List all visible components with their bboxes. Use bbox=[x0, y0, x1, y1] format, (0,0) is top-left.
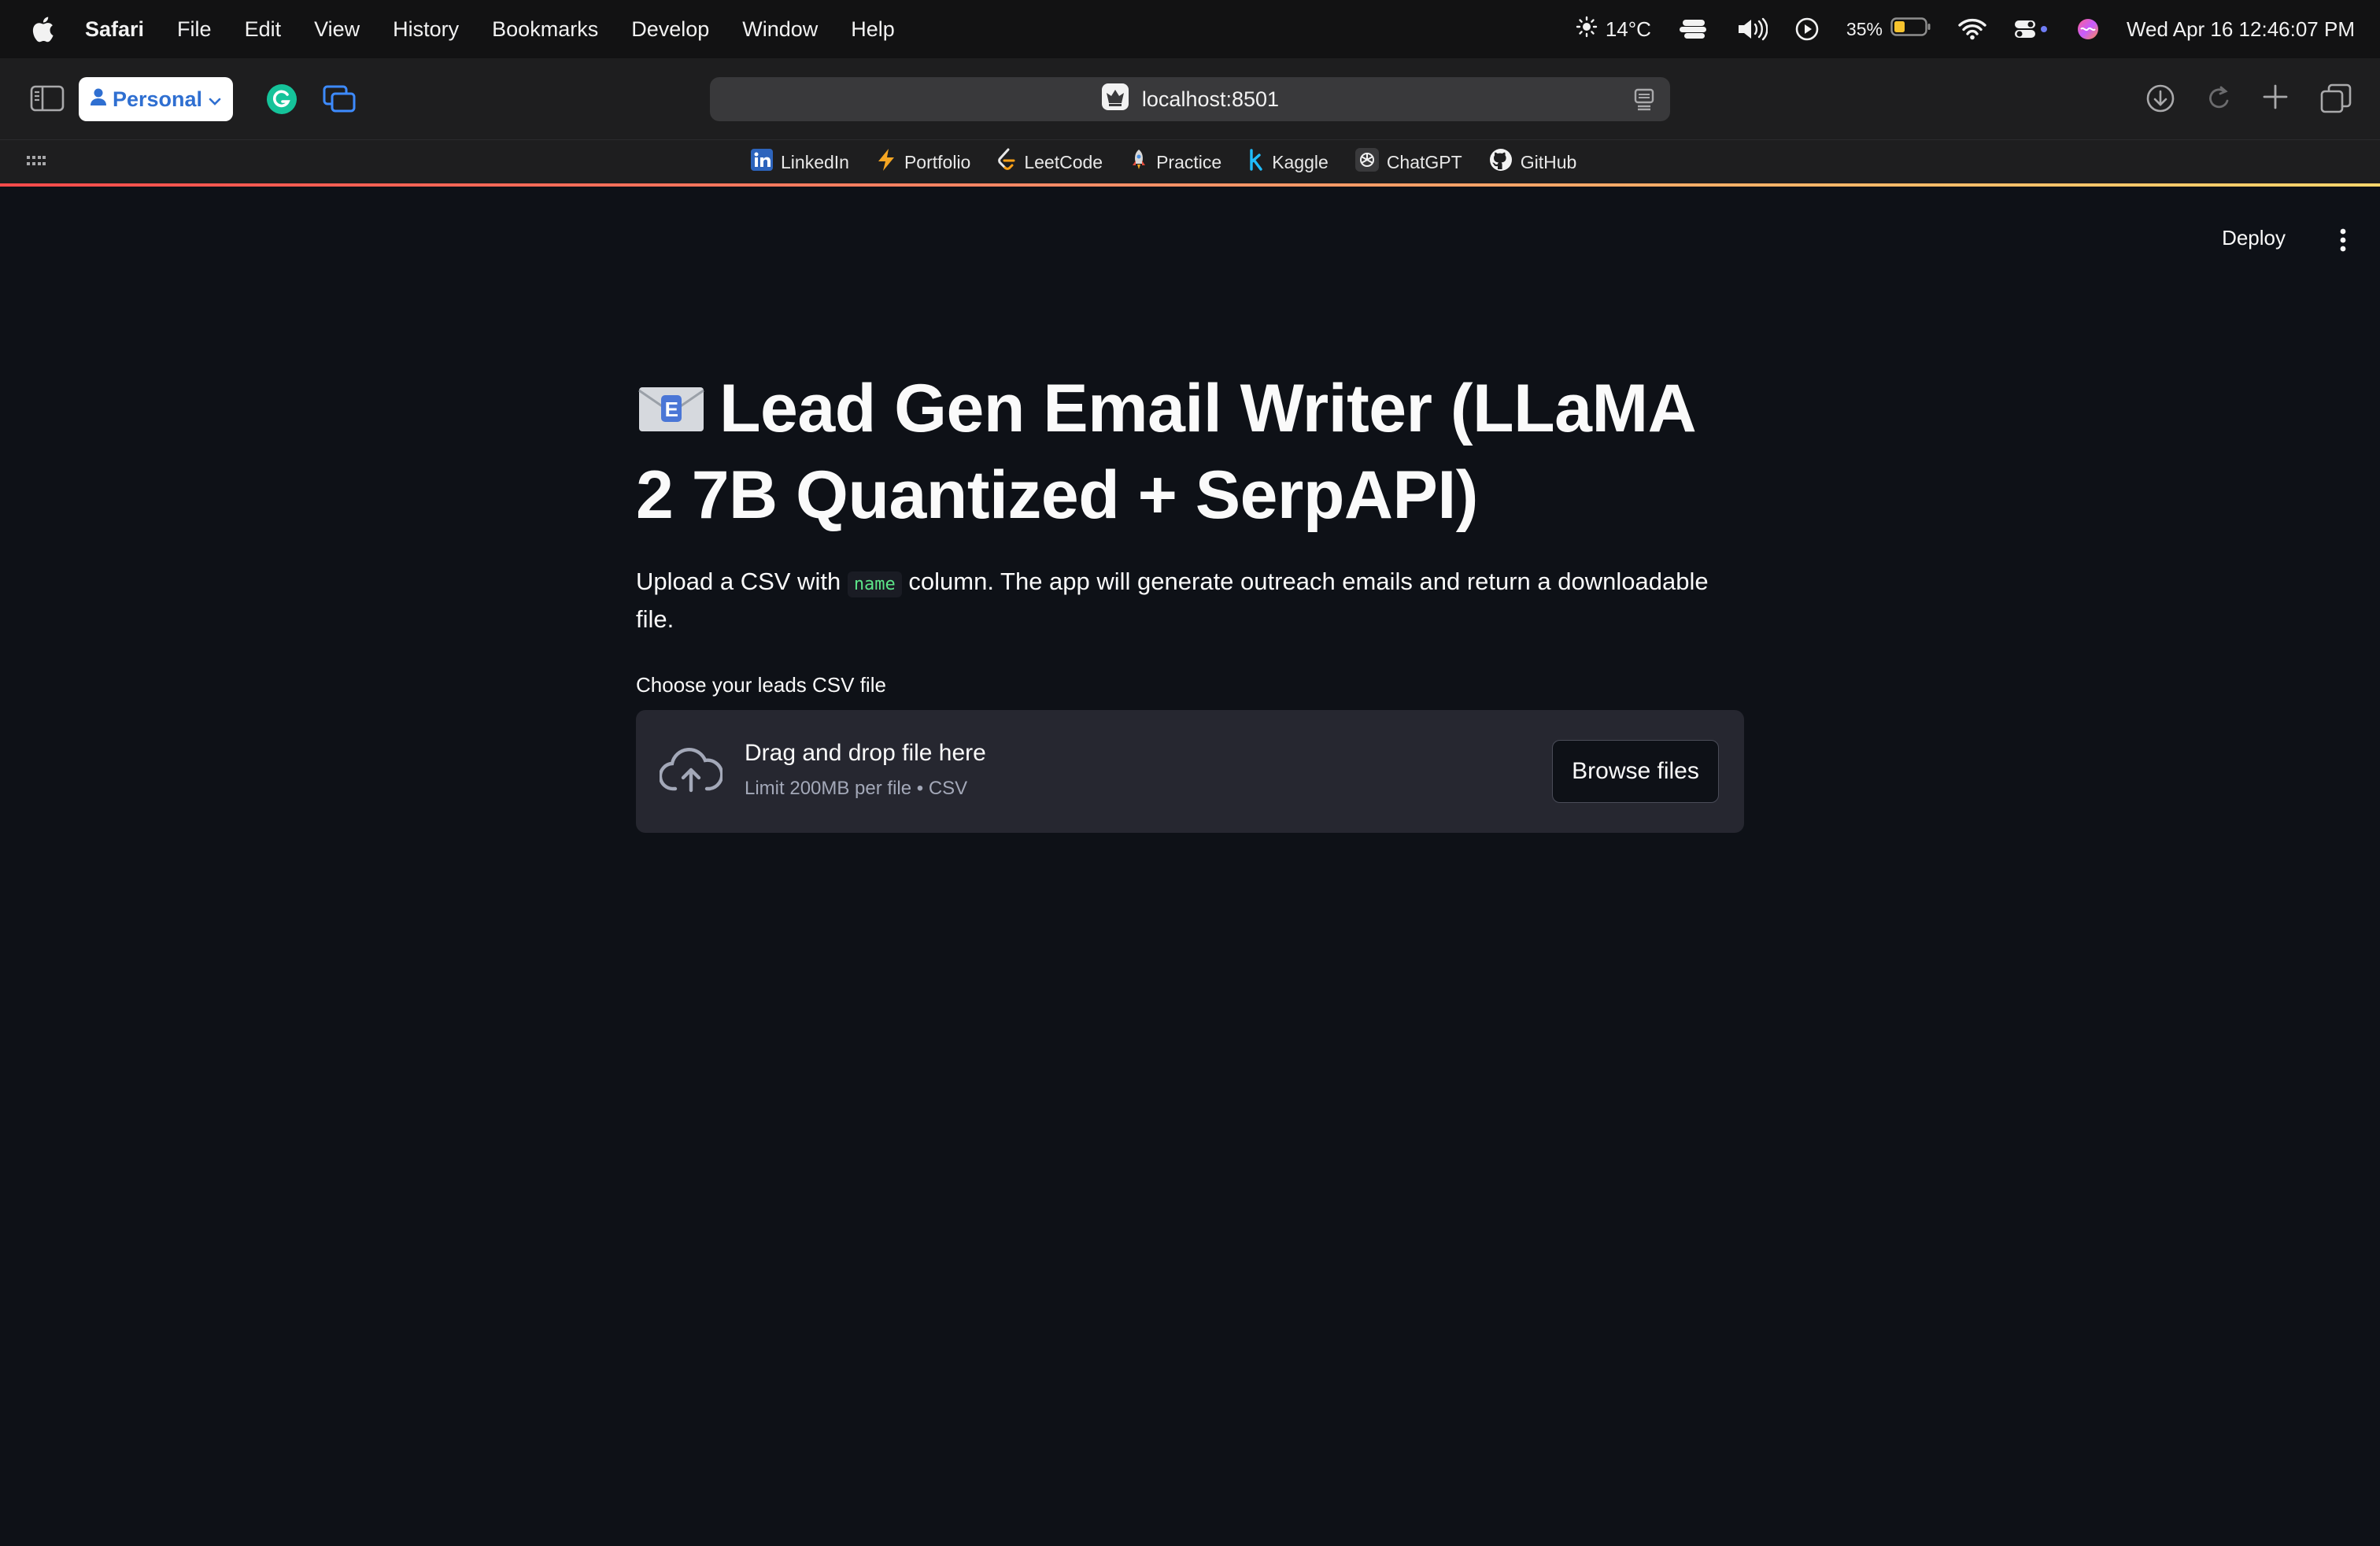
menu-history[interactable]: History bbox=[393, 17, 459, 42]
file-uploader-label: Choose your leads CSV file bbox=[636, 673, 886, 697]
clock[interactable]: Wed Apr 16 12:46:07 PM bbox=[2127, 17, 2355, 42]
weather-status[interactable]: 14°C bbox=[1576, 16, 1651, 43]
new-tab-icon[interactable] bbox=[2262, 83, 2289, 110]
bookmark-label: LeetCode bbox=[1024, 151, 1103, 172]
title-text: Lead Gen Email Writer (LLaMA 2 7B Quanti… bbox=[636, 371, 1694, 533]
dropzone-instructions: Drag and drop file here Limit 200MB per … bbox=[745, 740, 986, 800]
page-title: E Lead Gen Email Writer (LLaMA 2 7B Quan… bbox=[636, 368, 1744, 536]
bookmarks-bar: LinkedIn Portfolio LeetCode Practice Kag… bbox=[0, 140, 2380, 184]
column-name-code: name bbox=[847, 571, 902, 597]
battery-icon bbox=[1890, 17, 1931, 43]
deploy-button[interactable]: Deploy bbox=[2222, 226, 2286, 250]
chevron-down-icon bbox=[209, 87, 221, 112]
rocket-icon bbox=[1129, 148, 1148, 176]
sidebar-toggle-icon[interactable] bbox=[30, 85, 65, 112]
bookmark-kaggle[interactable]: Kaggle bbox=[1248, 148, 1329, 176]
file-limit-text: Limit 200MB per file • CSV bbox=[745, 778, 968, 799]
person-icon bbox=[90, 87, 106, 112]
leetcode-icon bbox=[997, 148, 1016, 176]
status-area: 14°C 35% Wed Apr 16 12:46:07 PM bbox=[1576, 0, 2355, 58]
menu-edit[interactable]: Edit bbox=[245, 17, 282, 42]
bookmark-github[interactable]: GitHub bbox=[1489, 148, 1577, 176]
reload-icon[interactable] bbox=[2205, 83, 2232, 113]
bookmark-chatgpt[interactable]: ChatGPT bbox=[1354, 148, 1462, 176]
tab-overview-icon[interactable] bbox=[2320, 83, 2352, 113]
app-status-icon[interactable] bbox=[1678, 17, 1709, 41]
sun-icon bbox=[1576, 16, 1598, 43]
menu-bar: Safari File Edit View History Bookmarks … bbox=[0, 0, 2380, 58]
browse-files-button[interactable]: Browse files bbox=[1552, 740, 1719, 803]
battery-status[interactable]: 35% bbox=[1846, 17, 1931, 43]
reader-mode-icon[interactable] bbox=[1634, 88, 1654, 117]
bookmark-label: LinkedIn bbox=[781, 151, 849, 172]
address-bar[interactable]: localhost:8501 bbox=[710, 77, 1670, 121]
linkedin-icon bbox=[751, 149, 773, 176]
main-menu-icon[interactable] bbox=[2338, 227, 2349, 257]
chatgpt-icon bbox=[1354, 148, 1379, 176]
weather-temp: 14°C bbox=[1605, 17, 1651, 41]
github-icon bbox=[1489, 148, 1513, 176]
bookmark-linkedin[interactable]: LinkedIn bbox=[751, 149, 849, 176]
profile-selector[interactable]: Personal bbox=[79, 77, 233, 121]
kaggle-icon bbox=[1248, 148, 1264, 176]
url-text: localhost:8501 bbox=[1141, 87, 1280, 111]
wifi-icon[interactable] bbox=[1958, 18, 1986, 40]
lightning-icon bbox=[876, 148, 896, 176]
control-center-icon[interactable] bbox=[2013, 18, 2049, 40]
menu-view[interactable]: View bbox=[314, 17, 360, 42]
volume-icon[interactable] bbox=[1736, 17, 1768, 41]
bookmark-leetcode[interactable]: LeetCode bbox=[997, 148, 1103, 176]
svg-text:E: E bbox=[665, 398, 678, 421]
menu-file[interactable]: File bbox=[177, 17, 212, 42]
grammarly-extension-icon[interactable] bbox=[266, 83, 298, 115]
downloads-icon[interactable] bbox=[2145, 83, 2175, 113]
intro-text: Upload a CSV with name column. The app w… bbox=[636, 564, 1744, 637]
site-favicon-icon bbox=[1101, 83, 1129, 117]
bookmark-label: Kaggle bbox=[1272, 151, 1329, 172]
intro-text-start: Upload a CSV with bbox=[636, 568, 841, 595]
browser-toolbar: Personal localhost:8501 bbox=[0, 58, 2380, 140]
now-playing-icon[interactable] bbox=[1794, 17, 1820, 42]
drop-text: Drag and drop file here bbox=[745, 740, 986, 766]
file-dropzone[interactable]: Drag and drop file here Limit 200MB per … bbox=[636, 710, 1744, 833]
menu-app-safari[interactable]: Safari bbox=[85, 17, 144, 42]
tab-groups-extension-icon[interactable] bbox=[323, 85, 356, 113]
streamlit-app: Deploy E Lead Gen Email Writer (LLaMA 2 … bbox=[0, 187, 2380, 1546]
main-content: E Lead Gen Email Writer (LLaMA 2 7B Quan… bbox=[636, 368, 1744, 833]
profile-label: Personal bbox=[112, 87, 203, 111]
siri-icon[interactable] bbox=[2076, 17, 2100, 41]
menu-window[interactable]: Window bbox=[742, 17, 818, 42]
menu-help[interactable]: Help bbox=[851, 17, 895, 42]
bookmark-practice[interactable]: Practice bbox=[1129, 148, 1221, 176]
bookmark-label: GitHub bbox=[1520, 151, 1577, 172]
menu-bookmarks[interactable]: Bookmarks bbox=[492, 17, 598, 42]
bookmark-label: Portfolio bbox=[904, 151, 971, 172]
bookmark-label: ChatGPT bbox=[1386, 151, 1462, 172]
envelope-emoji-icon: E bbox=[636, 372, 707, 454]
bookmark-portfolio[interactable]: Portfolio bbox=[876, 148, 970, 176]
apple-menu-icon[interactable] bbox=[30, 14, 55, 44]
battery-percent: 35% bbox=[1846, 18, 1883, 39]
apps-grid-icon[interactable] bbox=[27, 154, 46, 170]
cloud-upload-icon bbox=[658, 748, 724, 799]
menu-develop[interactable]: Develop bbox=[631, 17, 709, 42]
bookmark-label: Practice bbox=[1156, 151, 1222, 172]
